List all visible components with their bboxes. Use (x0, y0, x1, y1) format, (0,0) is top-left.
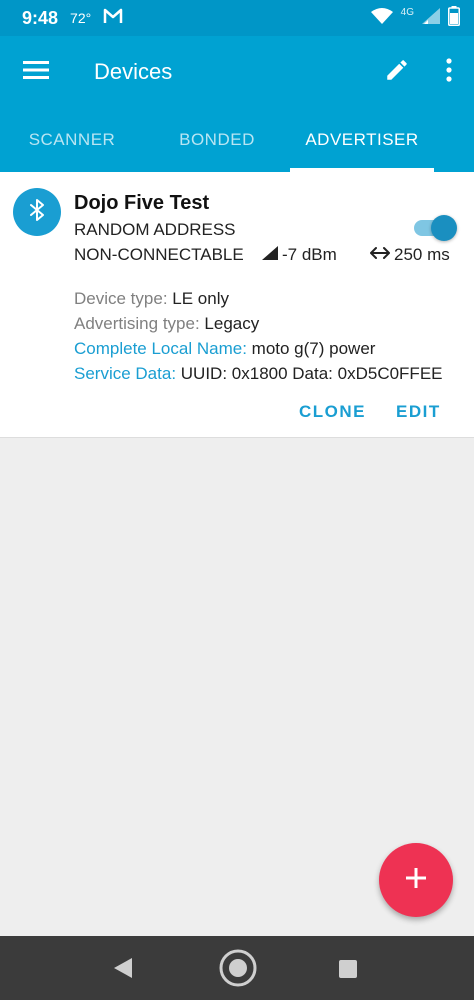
device-name: Dojo Five Test (74, 192, 210, 214)
interval-value: 250 ms (394, 245, 450, 264)
service-data-label: Service Data: (74, 364, 177, 383)
bluetooth-icon (30, 198, 44, 226)
toggle-thumb (431, 215, 457, 241)
advertiser-card[interactable]: Dojo Five Test RANDOM ADDRESS NON-CONNEC… (0, 172, 474, 438)
edit-mode-button[interactable] (370, 36, 424, 108)
device-type-row: Device type: LE only (74, 289, 229, 309)
status-bar: 9:48 72° 4G (0, 0, 474, 36)
tab-scanner[interactable]: SCANNER (0, 108, 144, 172)
menu-button[interactable] (0, 36, 72, 108)
clone-button[interactable]: CLONE (299, 402, 366, 422)
gmail-icon (103, 8, 123, 29)
advertising-type-row: Advertising type: Legacy (74, 314, 259, 334)
address-type: RANDOM ADDRESS (74, 220, 236, 239)
more-vert-icon (446, 57, 452, 87)
wifi-icon (370, 7, 393, 29)
edit-button[interactable]: EDIT (396, 402, 441, 422)
interval-arrows-icon (370, 245, 390, 265)
network-type-label: 4G (400, 6, 414, 18)
overflow-menu-button[interactable] (424, 36, 474, 108)
connectable-status: NON-CONNECTABLE (74, 245, 244, 264)
service-data-row: Service Data: UUID: 0x1800 Data: 0xD5C0F… (74, 364, 443, 384)
battery-icon (448, 5, 460, 31)
advertising-type-label: Advertising type: (74, 314, 200, 333)
menu-icon (23, 60, 49, 85)
tx-power: -7 dBm (262, 245, 337, 265)
status-temperature: 72° (70, 10, 92, 26)
tab-advertiser[interactable]: ADVERTISER (290, 108, 434, 172)
home-icon[interactable] (218, 948, 258, 993)
signal-icon (422, 7, 440, 29)
advertising-interval: 250 ms (370, 245, 450, 265)
back-icon[interactable] (112, 956, 134, 985)
tab-bonded[interactable]: BONDED (144, 108, 290, 172)
service-data-value: UUID: 0x1800 Data: 0xD5C0FFEE (180, 364, 443, 383)
page-title: Devices (94, 59, 173, 84)
device-type-label: Device type: (74, 289, 168, 308)
plus-icon (405, 867, 427, 894)
local-name-label: Complete Local Name: (74, 339, 247, 358)
status-time: 9:48 (22, 7, 59, 28)
pencil-icon (384, 57, 410, 88)
add-advertiser-button[interactable] (379, 843, 453, 917)
tx-power-value: -7 dBm (282, 245, 337, 264)
tab-bar: SCANNER BONDED ADVERTISER (0, 108, 474, 172)
local-name-value: moto g(7) power (251, 339, 376, 358)
device-type-value: LE only (172, 289, 229, 308)
signal-strength-icon (262, 245, 278, 265)
advertising-toggle[interactable] (412, 213, 458, 241)
recent-apps-icon[interactable] (339, 960, 357, 978)
app-bar: Devices (0, 36, 474, 108)
local-name-row: Complete Local Name: moto g(7) power (74, 339, 375, 359)
advertising-type-value: Legacy (204, 314, 260, 333)
system-nav-bar (0, 936, 474, 1000)
device-avatar (13, 188, 61, 236)
